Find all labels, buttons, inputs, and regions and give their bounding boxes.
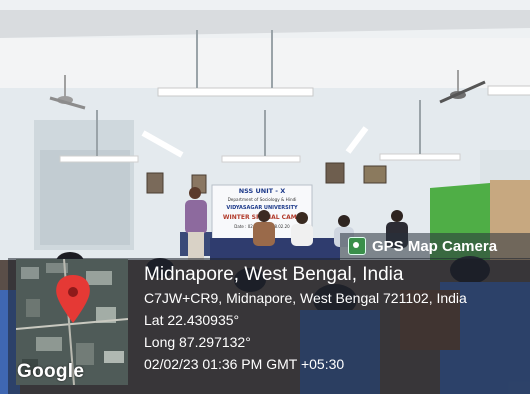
location-address: C7JW+CR9, Midnapore, West Bengal 721102,… [144, 290, 467, 306]
gps-map-camera-icon [348, 237, 366, 255]
location-details: Midnapore, West Bengal, India C7JW+CR9, … [144, 262, 467, 375]
location-city: Midnapore, West Bengal, India [144, 264, 404, 285]
google-logo: Google [17, 361, 85, 382]
banner-line2: Department of Sociology & Hindi [228, 197, 297, 202]
banner-line3: VIDYASAGAR UNIVERSITY [226, 205, 298, 211]
gps-map-camera-label: GPS Map Camera [372, 237, 498, 255]
location-datetime: 02/02/23 01:36 PM GMT +05:30 [144, 356, 345, 372]
location-longitude: Long 87.297132° [144, 334, 251, 350]
gps-map-camera-badge: GPS Map Camera [340, 233, 530, 259]
banner-line1: NSS UNIT - X [239, 187, 286, 195]
photo-stage: NSS UNIT - X Department of Sociology & H… [0, 0, 530, 394]
location-latitude: Lat 22.430935° [144, 312, 240, 328]
